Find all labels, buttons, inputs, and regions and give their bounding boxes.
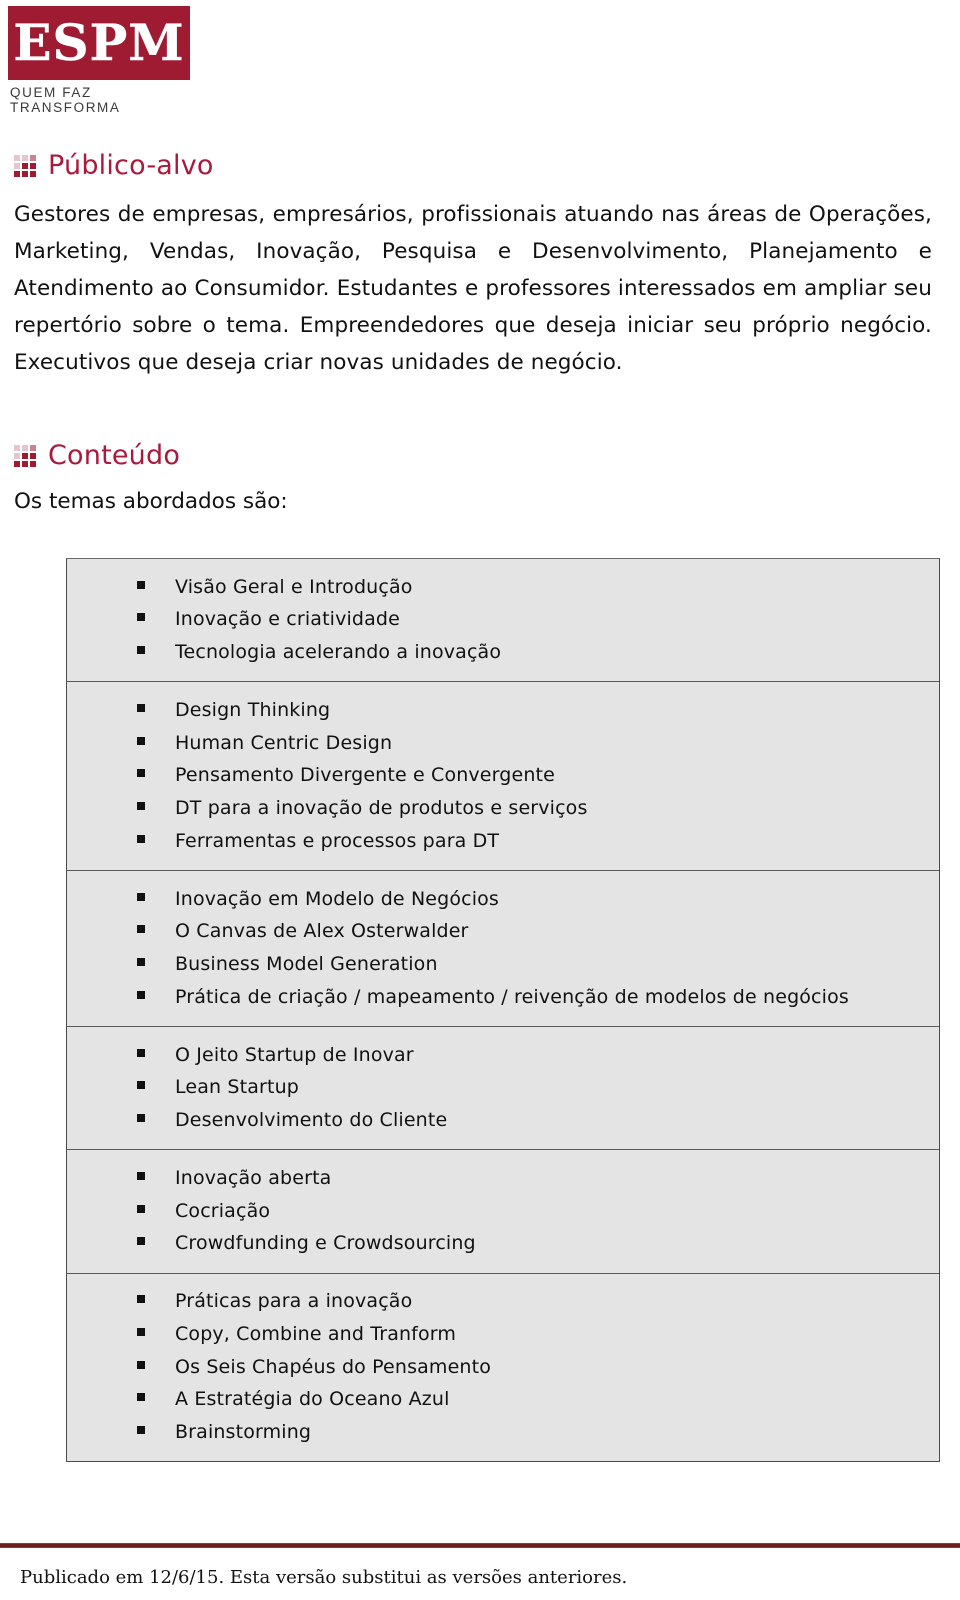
topic-label: Ferramentas e processos para DT [175, 829, 500, 852]
square-bullet-icon [137, 958, 145, 966]
logo-tagline: QUEM FAZ TRANSFORMA [10, 85, 121, 115]
topic-label: Inovação e criatividade [175, 608, 400, 631]
topic-group: Inovação em Modelo de Negócios O Canvas d… [67, 871, 939, 1027]
topic-label: Práticas para a inovação [175, 1290, 413, 1312]
topic-item: O Canvas de Alex Osterwalder [67, 916, 939, 949]
dot-grid-icon [14, 444, 36, 467]
topic-item: Inovação em Modelo de Negócios [67, 883, 939, 916]
topic-item: Práticas para a inovação [67, 1286, 939, 1319]
topic-item: Inovação e criatividade [67, 604, 939, 637]
square-bullet-icon [137, 1360, 145, 1369]
topic-group: Design Thinking Human Centric Design Pensa… [67, 682, 939, 871]
topic-label: O Jeito Startup de Inovar [175, 1043, 414, 1066]
topic-label: Human Centric Design [175, 731, 393, 754]
square-bullet-icon [137, 613, 145, 622]
square-bullet-icon [137, 703, 145, 712]
topic-item: Business Model Generation [67, 949, 939, 982]
topic-label: Crowdfunding e Crowdsourcing [175, 1232, 476, 1255]
square-bullet-icon [137, 1295, 145, 1303]
topic-item: Brainstorming [67, 1417, 939, 1450]
logo-box: ESPM [8, 6, 190, 80]
dot-grid-icon [14, 154, 36, 177]
topic-label: O Canvas de Alex Osterwalder [175, 920, 469, 943]
conteudo-heading-row: Conteúdo [14, 442, 946, 469]
topic-item: Visão Geral e Introdução [67, 571, 939, 604]
topic-item: Human Centric Design [67, 727, 939, 760]
topic-group: Visão Geral e Introdução Inovação e criat… [67, 559, 939, 683]
topic-item: Prática de criação / mapeamento / reiven… [67, 981, 939, 1014]
topic-label: Inovação em Modelo de Negócios [175, 887, 499, 910]
topic-item: Os Seis Chapéus do Pensamento [67, 1351, 939, 1384]
square-bullet-icon [137, 925, 145, 934]
publico-alvo-paragraph: Gestores de empresas, empresários, profi… [14, 202, 932, 375]
topic-label: Brainstorming [175, 1421, 312, 1443]
section-publico-alvo: Público-alvo Gestores de empresas, empre… [14, 152, 946, 382]
topic-label: Design Thinking [175, 698, 331, 721]
topic-label: Pensamento Divergente e Convergente [175, 764, 555, 787]
conteudo-title: Conteúdo [48, 440, 181, 471]
topic-label: Copy, Combine and Tranform [175, 1322, 457, 1345]
topic-item: Ferramentas e processos para DT [67, 825, 939, 858]
topic-label: Cocriação [175, 1199, 271, 1222]
topic-label: Tecnologia acelerando a inovação [175, 641, 502, 663]
topic-item: Lean Startup [67, 1072, 939, 1105]
topic-item: Tecnologia acelerando a inovação [67, 637, 939, 670]
square-bullet-icon [137, 990, 145, 999]
topic-item: Copy, Combine and Tranform [67, 1318, 939, 1351]
logo-wordmark: ESPM [13, 13, 185, 72]
topic-item: Crowdfunding e Crowdsourcing [67, 1228, 939, 1261]
topic-label: Os Seis Chapéus do Pensamento [175, 1355, 491, 1378]
topic-group: Inovação aberta Cocriação Crowdfunding e C… [67, 1150, 939, 1274]
topic-label: DT para a inovação de produtos e serviço… [175, 797, 588, 819]
square-bullet-icon [137, 646, 145, 654]
topic-item: A Estratégia do Oceano Azul [67, 1384, 939, 1417]
topic-label: Inovação aberta [175, 1166, 332, 1189]
espm-logo: ESPM QUEM FAZ TRANSFORMA [8, 6, 198, 115]
page-title: Público-alvo [48, 150, 214, 181]
square-bullet-icon [137, 834, 145, 843]
square-bullet-icon [137, 769, 145, 778]
footer-divider [0, 1543, 960, 1548]
square-bullet-icon [137, 1081, 145, 1090]
topic-group: Práticas para a inovação Copy, Combine an… [67, 1274, 939, 1462]
topic-item: DT para a inovação de produtos e serviço… [67, 793, 939, 826]
square-bullet-icon [137, 1393, 145, 1402]
footer-note: Publicado em 12/6/15. Esta versão substi… [20, 1567, 628, 1588]
topic-item: O Jeito Startup de Inovar [67, 1039, 939, 1072]
topic-label: Lean Startup [175, 1076, 299, 1099]
topic-label: Desenvolvimento do Cliente [175, 1109, 448, 1131]
conteudo-lead: Os temas abordados são: [14, 489, 288, 514]
square-bullet-icon [137, 1204, 145, 1213]
square-bullet-icon [137, 1114, 145, 1122]
square-bullet-icon [137, 802, 145, 810]
square-bullet-icon [137, 892, 145, 901]
topic-label: Business Model Generation [175, 953, 438, 975]
square-bullet-icon [137, 580, 145, 589]
topic-label: A Estratégia do Oceano Azul [175, 1388, 450, 1411]
topic-label: Visão Geral e Introdução [175, 575, 413, 598]
square-bullet-icon [137, 1237, 145, 1246]
topic-item: Cocriação [67, 1195, 939, 1228]
topic-item: Pensamento Divergente e Convergente [67, 760, 939, 793]
square-bullet-icon [137, 1048, 145, 1057]
topic-item: Design Thinking [67, 694, 939, 727]
topic-group: O Jeito Startup de Inovar Lean Startup Des… [67, 1027, 939, 1151]
publico-alvo-heading-row: Público-alvo [14, 152, 946, 179]
topic-label: Prática de criação / mapeamento / reiven… [175, 985, 849, 1008]
square-bullet-icon [137, 1327, 145, 1336]
square-bullet-icon [137, 1426, 145, 1434]
square-bullet-icon [137, 1171, 145, 1180]
document-page: ESPM QUEM FAZ TRANSFORMA Público-alvo Ge… [0, 0, 960, 1600]
topic-item: Desenvolvimento do Cliente [67, 1105, 939, 1138]
section-conteudo: Conteúdo Os temas abordados são: [14, 442, 946, 517]
topics-table: Visão Geral e Introdução Inovação e criat… [66, 558, 940, 1463]
topic-item: Inovação aberta [67, 1162, 939, 1195]
square-bullet-icon [137, 736, 145, 745]
